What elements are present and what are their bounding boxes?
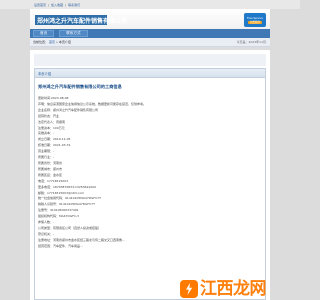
- breadcrumb-prefix: 当前位置：: [33, 40, 49, 44]
- breadcrumb-home-link[interactable]: 首页: [49, 40, 55, 44]
- decorative-dot-banner: [34, 54, 266, 66]
- main-navigation: 首页 联系方式: [30, 29, 270, 38]
- top-utility-bar: 设置首页 | 加入收藏 | 联系我们: [0, 0, 300, 9]
- breadcrumb: 当前位置： 首页 » 本页介绍 今天是：2023年11月: [30, 38, 270, 47]
- free-service-badge: Free Service 免费服务: [244, 13, 266, 27]
- badge-chinese-text: 免费服务: [247, 20, 263, 24]
- nav-item-contact[interactable]: 联系方式: [59, 30, 88, 37]
- site-header: 郑州鸿之升汽车配件销售有限公司 Free Service 免费服务: [30, 9, 270, 29]
- set-homepage-link[interactable]: 设置首页: [34, 3, 46, 7]
- topbar-separator: |: [48, 2, 50, 7]
- site-watermark: 江西龙网: [180, 279, 267, 299]
- site-logo[interactable]: 郑州鸿之升汽车配件销售有限公司: [35, 15, 127, 25]
- main-content: 本页介绍 郑州鸿之升汽车配件销售有限公司的工商信息 更新时间:2023-08-0…: [30, 50, 270, 300]
- nav-item-home[interactable]: 首页: [33, 30, 55, 37]
- current-date: 今天是：2023年11月: [236, 40, 266, 44]
- breadcrumb-current: 本页介绍: [58, 40, 71, 44]
- breadcrumb-separator: »: [56, 40, 58, 44]
- badge-english-text: Free Service: [247, 16, 263, 20]
- contact-us-link[interactable]: 联系我们: [68, 3, 80, 7]
- watermark-text: 江西龙网: [200, 279, 267, 299]
- topbar-separator: |: [65, 2, 67, 7]
- info-panel: 本页介绍 郑州鸿之升汽车配件销售有限公司的工商信息 更新时间:2023-08-0…: [34, 68, 266, 300]
- lightning-logo-icon: [180, 280, 198, 298]
- add-favorite-link[interactable]: 加入收藏: [51, 3, 63, 7]
- info-row: 经营范围：汽车配件、汽车用品…: [38, 243, 84, 248]
- page-title: 郑州鸿之升汽车配件销售有限公司的工商信息: [38, 84, 122, 89]
- company-info-list: 更新时间:2023-08-08 声明：信息来源国家企业信用信息公示系统，数据更新可…: [35, 96, 265, 250]
- panel-header: 本页介绍: [35, 69, 265, 78]
